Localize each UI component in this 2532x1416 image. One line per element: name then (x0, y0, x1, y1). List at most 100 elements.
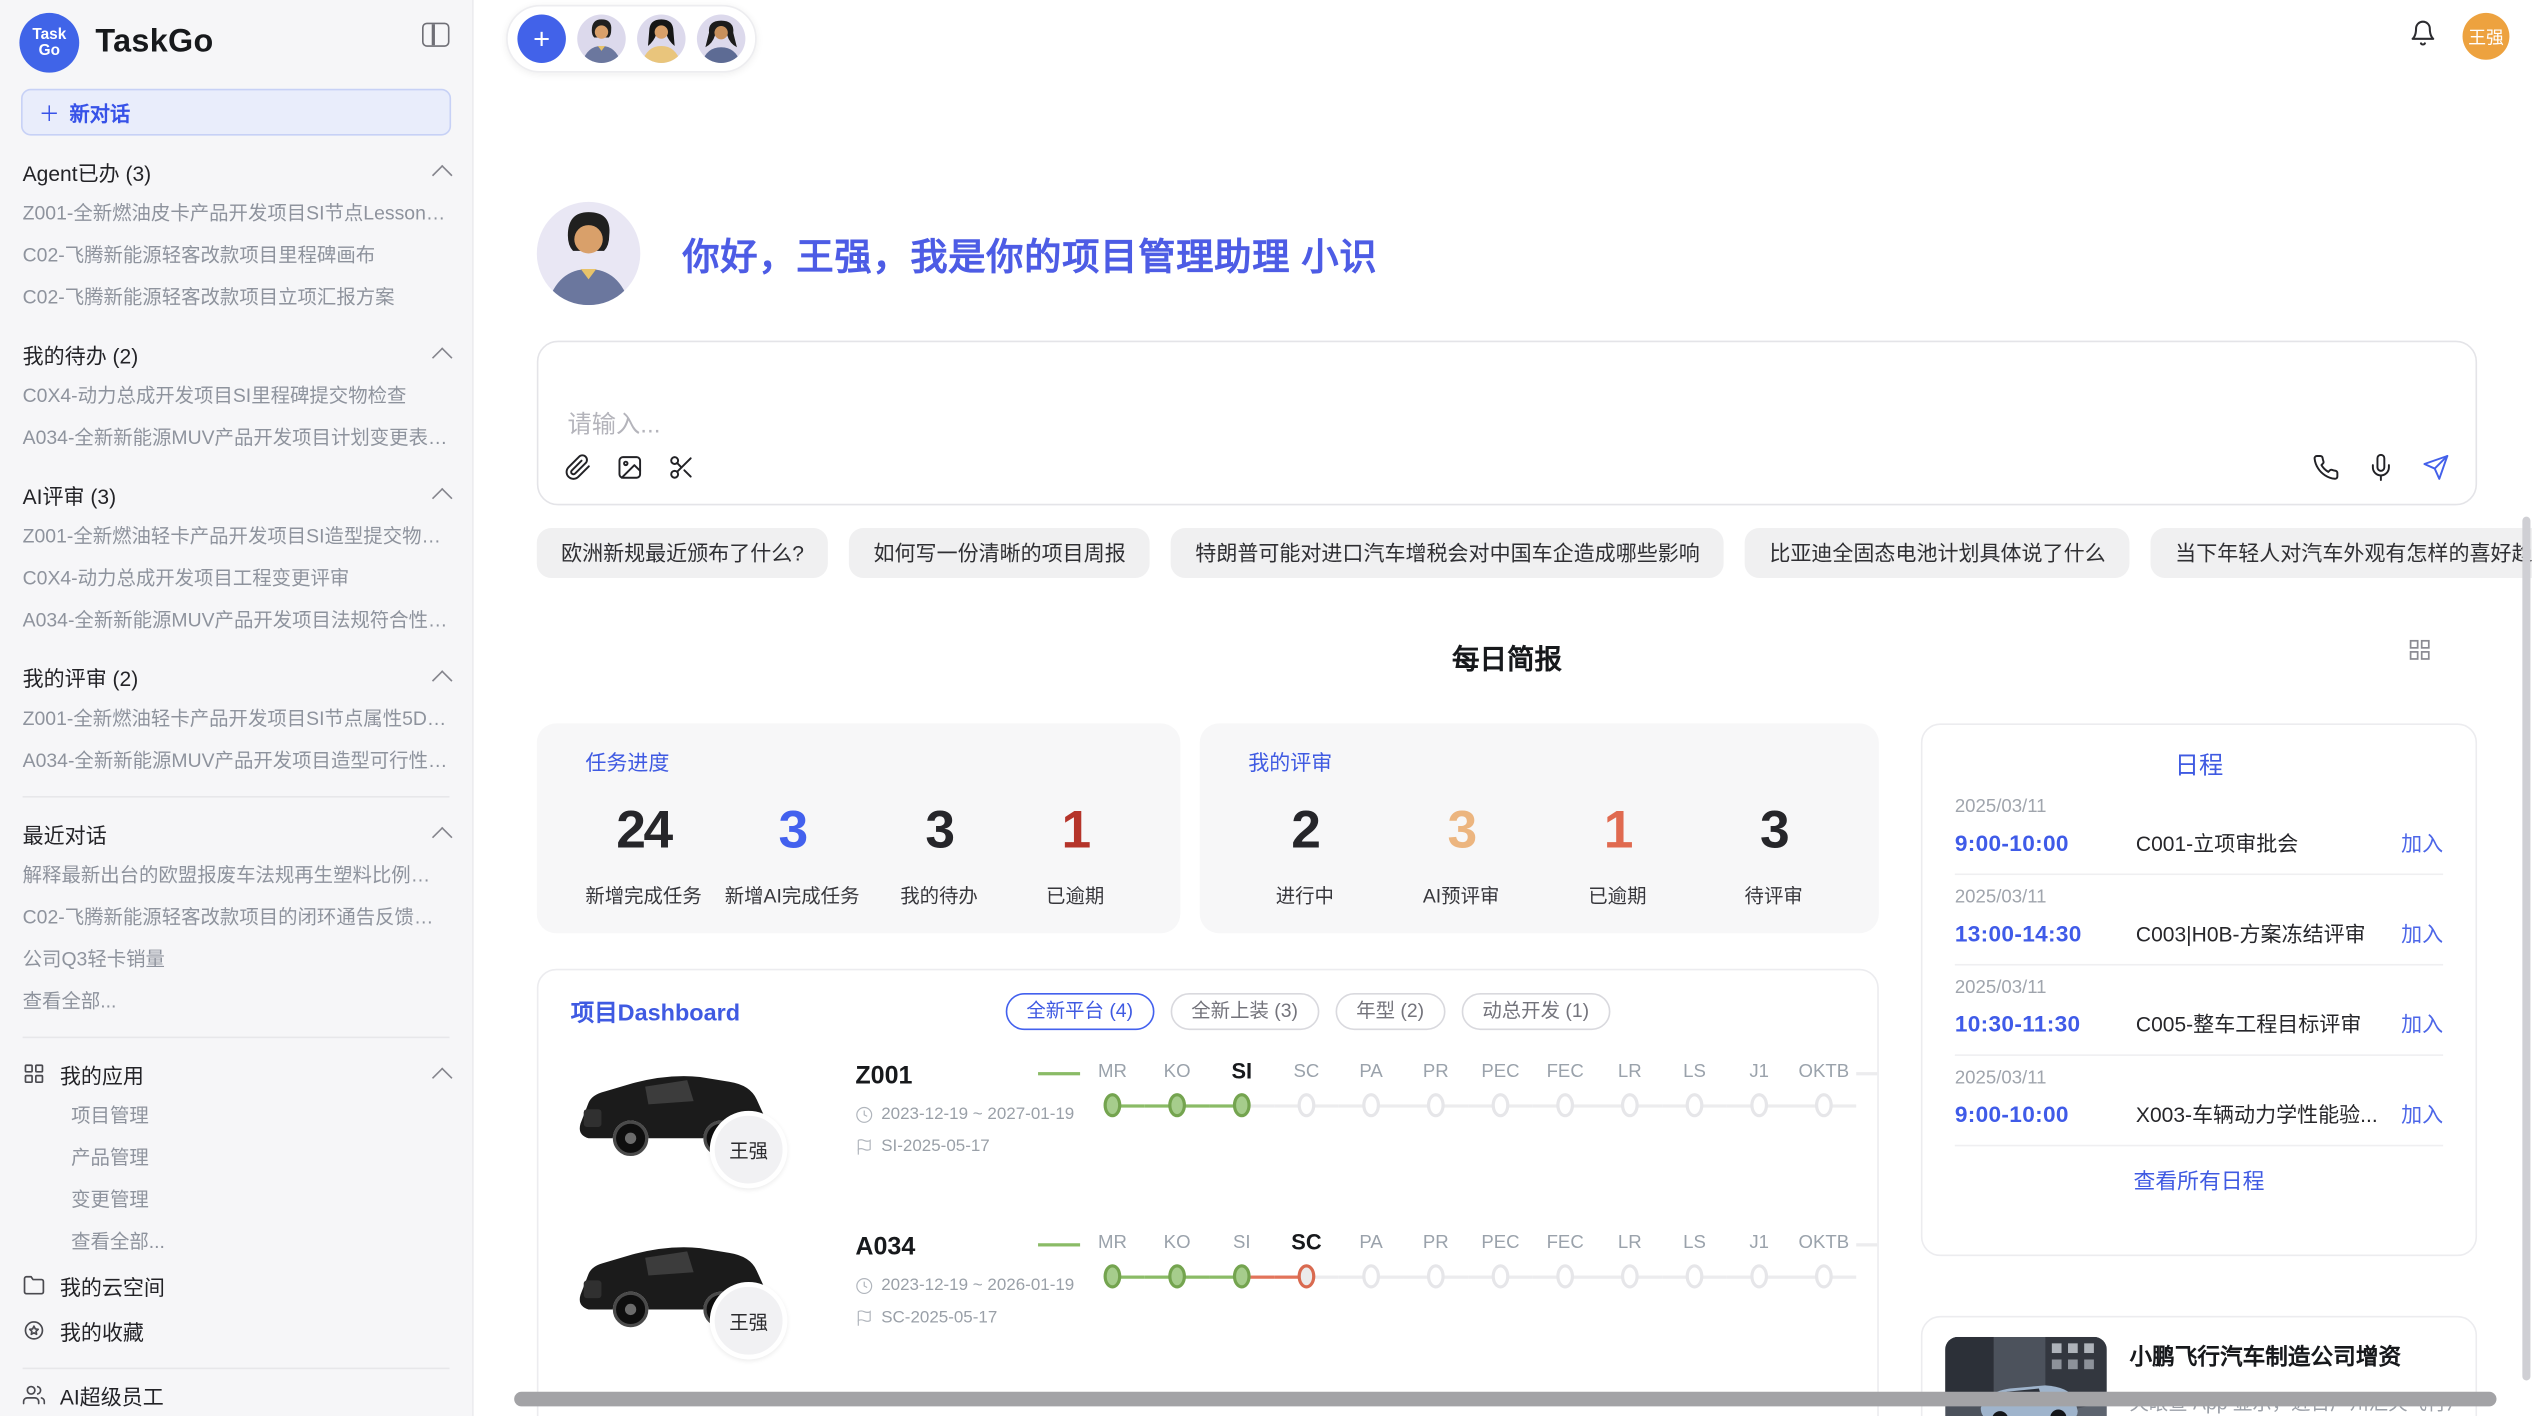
join-link[interactable]: 加入 (2401, 917, 2443, 948)
milestone-dot (1556, 1093, 1574, 1117)
scissors-icon[interactable] (668, 454, 695, 490)
image-icon[interactable] (616, 454, 643, 490)
suggestion-chip[interactable]: 欧洲新规最近颁布了什么? (537, 528, 828, 578)
send-icon[interactable] (2422, 454, 2449, 490)
join-link[interactable]: 加入 (2401, 1008, 2443, 1039)
milestone-strip: MR KO SI SC PA (1080, 1224, 1856, 1295)
view-all-schedule-link[interactable]: 查看所有日程 (1955, 1146, 2443, 1211)
collapse-sidebar-icon[interactable] (422, 23, 449, 47)
app-logo: TaskGo (19, 13, 79, 73)
sidebar-list-item[interactable]: 查看全部... (23, 1221, 450, 1263)
agent-avatar[interactable] (637, 15, 686, 63)
sidebar-list-item[interactable]: Z001-全新燃油轻卡产品开发项目SI节点属性5D文件评审 (23, 698, 450, 740)
sidebar-section: 我的待办 (2) C0X4-动力总成开发项目SI里程碑提交物检查A034-全新新… (23, 333, 450, 459)
milestone: LR (1597, 1227, 1662, 1295)
phone-icon[interactable] (2312, 454, 2339, 490)
event-time: 9:00-10:00 (1955, 1100, 2136, 1126)
card-title: 我的评审 (1248, 746, 1830, 777)
event-name: C001-立项审批会 (2136, 827, 2401, 858)
sidebar-list-item[interactable]: C02-飞腾新能源轻客改款项目里程碑画布 (23, 234, 450, 276)
sidebar-list-item[interactable]: C02-飞腾新能源轻客改款项目立项汇报方案 (23, 276, 450, 318)
sidebar-section-header[interactable]: AI评审 (3) (23, 473, 450, 515)
milestone-connector (1856, 1072, 1879, 1075)
sidebar-section: AI评审 (3) Z001-全新燃油轻卡产品开发项目SI造型提交物评审C0X4-… (23, 473, 450, 641)
sidebar-list-item[interactable]: A034-全新新能源MUV产品开发项目计划变更表编写 (23, 417, 450, 459)
milestone-label: SC (1294, 1056, 1320, 1088)
sidebar-list-item[interactable]: A034-全新新能源MUV产品开发项目造型可行性评审 (23, 739, 450, 781)
suggestion-chip[interactable]: 当下年轻人对汽车外观有怎样的喜好趋势 (2151, 528, 2532, 578)
notification-bell-icon[interactable] (2409, 19, 2436, 55)
event-time: 9:00-10:00 (1955, 829, 2136, 855)
sidebar-list-item[interactable]: A034-全新新能源MUV产品开发项目法规符合性评审 (23, 599, 450, 641)
milestone-connector (1038, 1072, 1080, 1075)
layout-grid-icon[interactable] (2408, 638, 2432, 670)
owner-badge: 王强 (710, 1111, 788, 1189)
milestone-dot (1427, 1264, 1445, 1288)
agent-avatar[interactable] (697, 15, 746, 63)
sidebar-list-item[interactable]: C0X4-动力总成开发项目SI里程碑提交物检查 (23, 375, 450, 417)
join-link[interactable]: 加入 (2401, 827, 2443, 858)
milestone-dot (1750, 1264, 1768, 1288)
milestone-label: KO (1164, 1227, 1191, 1259)
folder-icon (23, 1274, 46, 1297)
milestone: MR (1080, 1227, 1145, 1295)
main-area: + 王强 你好，王强，我是你的项目管理助理 小识 请输入... (474, 0, 2532, 1416)
milestone-dot (1686, 1264, 1704, 1288)
vertical-scrollbar[interactable] (2522, 517, 2530, 1381)
dashboard-filter-chip[interactable]: 全新上装 (3) (1170, 993, 1319, 1030)
owner-badge: 王强 (710, 1282, 788, 1360)
apps-section: 我的应用 项目管理产品管理变更管理查看全部... (23, 1053, 450, 1263)
dashboard-title: 项目Dashboard (571, 995, 740, 1029)
project-row[interactable]: 王强 A034 2023-12-19 ~ 2026-01-19 SC-2025-… (571, 1224, 1845, 1373)
agent-avatar[interactable] (577, 15, 626, 63)
event-date: 2025/03/11 (1955, 1069, 2443, 1088)
suggestion-chip[interactable]: 特朗普可能对进口汽车增税会对中国车企造成哪些影响 (1171, 528, 1724, 578)
sidebar-section-header[interactable]: 我的待办 (2) (23, 333, 450, 375)
sidebar-list-item[interactable]: 项目管理 (23, 1095, 450, 1137)
sidebar-section-header[interactable]: 我的评审 (2) (23, 656, 450, 698)
user-avatar[interactable]: 王强 (2463, 13, 2510, 60)
milestone-label: KO (1164, 1056, 1191, 1088)
sidebar-item-favorites[interactable]: 我的收藏 (23, 1308, 450, 1353)
sidebar-section-header[interactable]: Agent已办 (3) (23, 150, 450, 192)
dashboard-filter-chip[interactable]: 全新平台 (4) (1005, 993, 1154, 1030)
milestone: SC (1274, 1227, 1339, 1295)
message-composer[interactable]: 请输入... (537, 341, 2477, 506)
sidebar-list-item[interactable]: 公司Q3轻卡销量 (23, 938, 450, 980)
suggestion-chip[interactable]: 比亚迪全固态电池计划具体说了什么 (1745, 528, 2130, 578)
grid-icon (23, 1062, 46, 1085)
sidebar-section-header[interactable]: 最近对话 (23, 812, 450, 854)
sidebar-list-item[interactable]: Z001-全新燃油皮卡产品开发项目SI节点Lesson Learn报告 (23, 192, 450, 234)
milestone-dot (1621, 1093, 1639, 1117)
sidebar-list-item[interactable]: Z001-全新燃油轻卡产品开发项目SI造型提交物评审 (23, 515, 450, 557)
card-title: 任务进度 (585, 746, 1132, 777)
sidebar-section-header[interactable]: 我的应用 (23, 1053, 450, 1095)
sidebar-list-item[interactable]: 查看全部... (23, 980, 450, 1022)
sidebar-list-item[interactable]: C0X4-动力总成开发项目工程变更评审 (23, 557, 450, 599)
sidebar-list-item[interactable]: C02-飞腾新能源轻客改款项目的闭环通告反馈情况 (23, 896, 450, 938)
project-row[interactable]: 王强 Z001 2023-12-19 ~ 2027-01-19 SI-2025-… (571, 1053, 1845, 1202)
microphone-icon[interactable] (2367, 454, 2394, 490)
sidebar-item-ai-employee[interactable]: AI超级员工 (23, 1372, 450, 1416)
horizontal-scrollbar[interactable] (514, 1392, 2496, 1407)
milestone-connector (1038, 1243, 1080, 1246)
sidebar-list-item[interactable]: 解释最新出台的欧盟报废车法规再生塑料比例被调至15%... (23, 854, 450, 896)
milestone: PR (1403, 1056, 1468, 1124)
add-agent-button[interactable]: + (517, 15, 566, 63)
attachment-icon[interactable] (564, 454, 591, 490)
join-link[interactable]: 加入 (2401, 1098, 2443, 1129)
schedule-event: 2025/03/11 9:00-10:00 C001-立项审批会 加入 (1955, 785, 2443, 875)
milestone: J1 (1727, 1056, 1792, 1124)
new-chat-button[interactable]: ＋ 新对话 (21, 89, 451, 136)
milestone-dot (1621, 1264, 1639, 1288)
sidebar-list-item[interactable]: 变更管理 (23, 1179, 450, 1221)
milestone-strip: MR KO SI SC PA (1080, 1053, 1856, 1124)
dashboard-filter-chip[interactable]: 动总开发 (1) (1461, 993, 1610, 1030)
milestone-dot (1362, 1093, 1380, 1117)
project-code: A034 (855, 1234, 1057, 1263)
sidebar-list-item[interactable]: 产品管理 (23, 1137, 450, 1179)
sidebar-item-cloud-space[interactable]: 我的云空间 (23, 1263, 450, 1308)
dashboard-filter-chip[interactable]: 年型 (2) (1335, 993, 1445, 1030)
milestone-dot (1233, 1093, 1251, 1117)
suggestion-chip[interactable]: 如何写一份清晰的项目周报 (849, 528, 1150, 578)
